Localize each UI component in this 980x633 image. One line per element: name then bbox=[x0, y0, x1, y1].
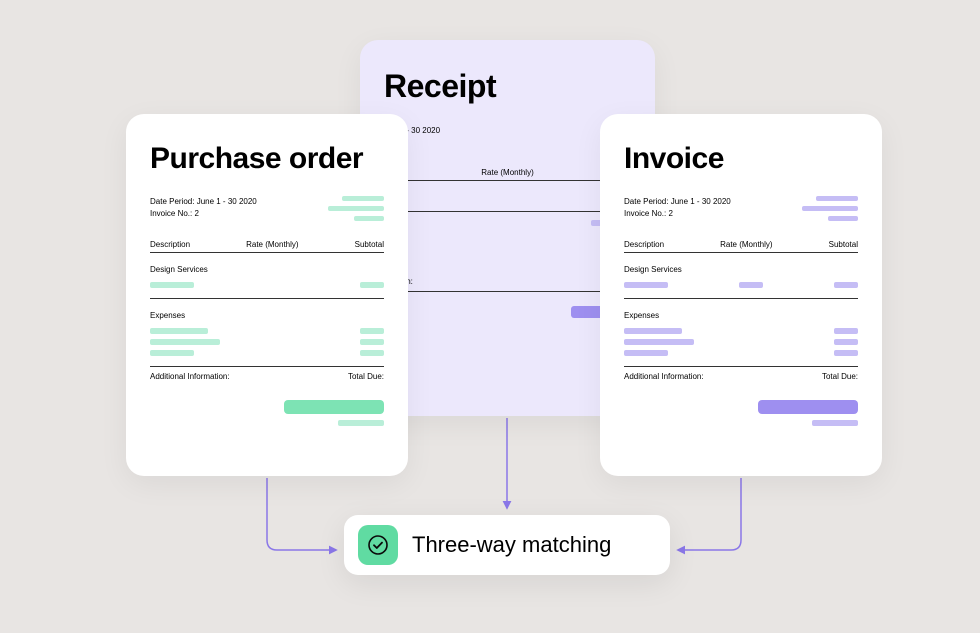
invoice-col-rate: Rate (Monthly) bbox=[720, 240, 772, 249]
po-total: Total Due: bbox=[348, 372, 384, 381]
po-addl: Additional Information: bbox=[150, 372, 230, 381]
invoice-design-bars bbox=[624, 282, 858, 298]
po-header-bars bbox=[328, 196, 384, 221]
invoice-col-sub: Subtotal bbox=[829, 240, 858, 249]
receipt-info-row: rmation: bbox=[384, 272, 631, 292]
result-label: Three-way matching bbox=[412, 532, 611, 558]
po-total-block bbox=[150, 400, 384, 426]
po-col-sub: Subtotal bbox=[355, 240, 384, 249]
invoice-exp-bars bbox=[624, 328, 858, 366]
po-header-row: Description Rate (Monthly) Subtotal bbox=[150, 235, 384, 253]
receipt-title: Receipt bbox=[384, 68, 631, 105]
invoice-header-row: Description Rate (Monthly) Subtotal bbox=[624, 235, 858, 253]
invoice-col-desc: Description bbox=[624, 240, 664, 249]
invoice-total: Total Due: bbox=[822, 372, 858, 381]
invoice-footer-row: Additional Information: Total Due: bbox=[624, 366, 858, 386]
receipt-rate-label: Rate (Monthly) bbox=[481, 168, 533, 177]
invoice-addl: Additional Information: bbox=[624, 372, 704, 381]
invoice-exp-label: Expenses bbox=[624, 299, 858, 328]
invoice-card: Invoice Date Period: June 1 - 30 2020 In… bbox=[600, 114, 882, 476]
po-invoice-no: Invoice No.: 2 bbox=[150, 208, 257, 220]
invoice-no: Invoice No.: 2 bbox=[624, 208, 731, 220]
invoice-design-label: Design Services bbox=[624, 253, 858, 282]
po-footer-row: Additional Information: Total Due: bbox=[150, 366, 384, 386]
invoice-header-bars bbox=[802, 196, 858, 221]
arrow-from-po bbox=[267, 478, 336, 550]
receipt-bars-1 bbox=[384, 220, 631, 236]
purchase-order-card: Purchase order Date Period: June 1 - 30 … bbox=[126, 114, 408, 476]
receipt-header-row: Rate (Monthly) bbox=[384, 163, 631, 181]
po-exp-label: Expenses bbox=[150, 299, 384, 328]
po-design-label: Design Services bbox=[150, 253, 384, 282]
arrow-from-invoice bbox=[678, 478, 741, 550]
check-icon bbox=[358, 525, 398, 565]
po-col-rate: Rate (Monthly) bbox=[246, 240, 298, 249]
invoice-date: Date Period: June 1 - 30 2020 bbox=[624, 196, 731, 208]
po-title: Purchase order bbox=[150, 142, 384, 176]
result-pill: Three-way matching bbox=[344, 515, 670, 575]
invoice-title: Invoice bbox=[624, 142, 858, 176]
receipt-total-block bbox=[384, 306, 631, 318]
receipt-date: une 1 - 30 2020 bbox=[384, 125, 631, 137]
po-col-desc: Description bbox=[150, 240, 190, 249]
invoice-total-block bbox=[624, 400, 858, 426]
po-date: Date Period: June 1 - 30 2020 bbox=[150, 196, 257, 208]
po-exp-bars bbox=[150, 328, 384, 366]
po-design-bars bbox=[150, 282, 384, 298]
